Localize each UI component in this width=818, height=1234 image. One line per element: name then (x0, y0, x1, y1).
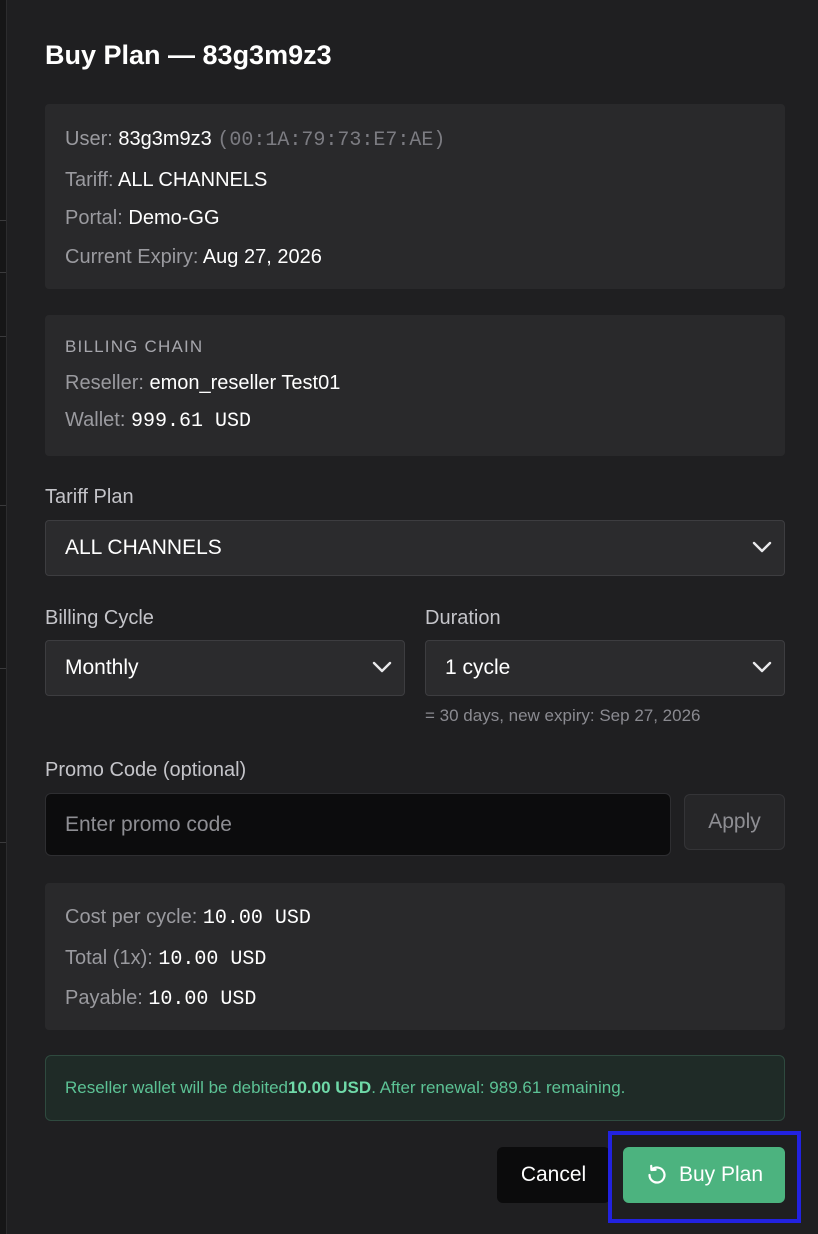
duration-value: 1 cycle (445, 656, 511, 679)
portal-value: Demo-GG (128, 207, 220, 229)
debit-notice-prefix: Reseller wallet will be debited (65, 1078, 289, 1097)
billing-chain-card: BILLING CHAIN Reseller: emon_reseller Te… (45, 315, 785, 456)
expiry-value: Aug 27, 2026 (202, 245, 322, 268)
duration-select[interactable]: 1 cycle (425, 640, 785, 696)
chevron-down-icon (752, 541, 772, 553)
tariff-plan-select[interactable]: ALL CHANNELS (45, 520, 785, 576)
buy-plan-button[interactable]: Buy Plan (623, 1147, 785, 1203)
promo-code-placeholder: Enter promo code (65, 812, 232, 836)
portal-row: Portal: Demo-GG (65, 199, 765, 238)
reseller-label: Reseller: (65, 372, 144, 394)
debit-notice-amount: 10.00 USD (288, 1078, 372, 1097)
buy-plan-modal: Buy Plan — 83g3m9z3 User: 83g3m9z3 (00:1… (6, 0, 818, 1234)
apply-promo-button[interactable]: Apply (684, 794, 785, 850)
duration-label: Duration (425, 607, 501, 629)
portal-label: Portal: (65, 207, 123, 229)
tariff-row: Tariff: ALL CHANNELS (65, 161, 765, 200)
user-row: User: 83g3m9z3 (00:1A:79:73:E7:AE) (65, 120, 765, 161)
cost-per-cycle-row: Cost per cycle: 10.00 USD (65, 898, 765, 939)
wallet-row: Wallet: 999.61 USD (65, 401, 765, 441)
debit-notice: Reseller wallet will be debited 10.00 US… (45, 1055, 785, 1121)
billing-cycle-select[interactable]: Monthly (45, 640, 405, 696)
reseller-value: emon_reseller Test01 (149, 372, 341, 394)
user-info-card: User: 83g3m9z3 (00:1A:79:73:E7:AE) Tarif… (45, 104, 785, 289)
user-value: 83g3m9z3 (118, 128, 212, 150)
duration-hint: = 30 days, new expiry: Sep 27, 2026 (425, 706, 701, 725)
mac-address: (00:1A:79:73:E7:AE) (217, 129, 446, 152)
billing-cycle-label: Billing Cycle (45, 607, 154, 629)
modal-title: Buy Plan — 83g3m9z3 (45, 40, 332, 70)
total-value: 10.00 USD (158, 947, 267, 971)
cost-per-cycle-value: 10.00 USD (202, 907, 311, 930)
debit-notice-suffix: . After renewal: 989.61 remaining. (371, 1078, 626, 1097)
cancel-button[interactable]: Cancel (497, 1147, 610, 1203)
reseller-row: Reseller: emon_reseller Test01 (65, 365, 765, 401)
expiry-label: Current Expiry: (65, 245, 199, 268)
tariff-plan-value: ALL CHANNELS (65, 536, 222, 559)
wallet-value: 999.61 USD (130, 410, 251, 433)
billing-cycle-value: Monthly (65, 656, 139, 679)
tariff-value: ALL CHANNELS (118, 168, 268, 191)
payable-value: 10.00 USD (148, 988, 257, 1011)
promo-code-label: Promo Code (optional) (45, 759, 247, 781)
chevron-down-icon (372, 661, 392, 673)
user-label: User: (65, 128, 113, 150)
cost-summary-card: Cost per cycle: 10.00 USD Total (1x): 10… (45, 883, 785, 1030)
cost-per-cycle-label: Cost per cycle: (65, 906, 198, 928)
wallet-label: Wallet: (65, 409, 126, 431)
total-row: Total (1x): 10.00 USD (65, 939, 765, 980)
chevron-down-icon (752, 661, 772, 673)
promo-code-input[interactable]: Enter promo code (45, 793, 671, 856)
refresh-icon (648, 1164, 666, 1184)
billing-chain-heading: BILLING CHAIN (65, 337, 204, 356)
payable-label: Payable: (65, 987, 143, 1009)
tariff-label: Tariff: (65, 168, 114, 191)
payable-row: Payable: 10.00 USD (65, 979, 765, 1020)
tariff-plan-label: Tariff Plan (45, 486, 134, 508)
total-label: Total (1x): (65, 946, 153, 969)
buy-plan-label: Buy Plan (678, 1163, 764, 1186)
expiry-row: Current Expiry: Aug 27, 2026 (65, 238, 765, 277)
